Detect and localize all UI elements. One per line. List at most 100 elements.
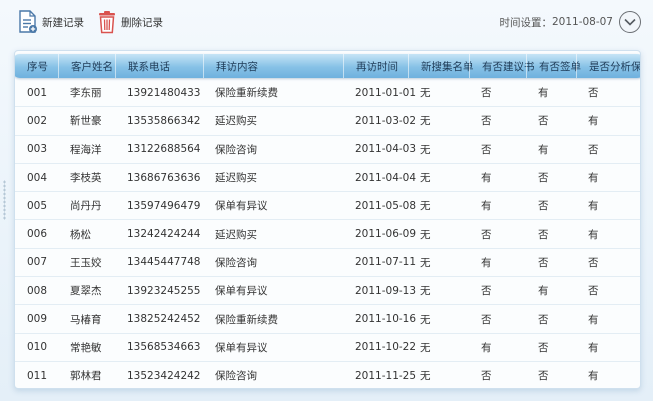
header-cell[interactable]: 联系电话 — [115, 54, 203, 78]
table-cell: 13523424242 — [127, 369, 201, 382]
table-cell: 2011-10-22 — [355, 341, 417, 354]
header-cell[interactable]: 序号 — [15, 54, 58, 78]
table-cell: 13921480433 — [127, 86, 201, 99]
table-cell: 13686763636 — [127, 171, 201, 184]
table-row[interactable]: 002 靳世豪 13535866342 延迟购买 2011-03-02 无 否 否 有 — [15, 107, 640, 136]
table-cell: 13242424244 — [127, 228, 201, 241]
table-cell: 无 — [420, 87, 431, 100]
new-record-icon — [19, 10, 37, 33]
table-cell: 否 — [481, 87, 492, 100]
table-cell: 13568534663 — [127, 341, 201, 354]
table-cell: 006 — [27, 228, 48, 241]
table-row[interactable]: 011 郭林君 13523424242 保险咨询 2011-11-25 无 否 否 有 — [15, 362, 640, 388]
table-row[interactable]: 007 王玉姣 13445447748 保险咨询 2011-07-11 无 有 否 否 — [15, 249, 640, 278]
header-cell[interactable]: 有否建议书 — [469, 54, 535, 78]
table-row[interactable]: 003 程海洋 13122688564 保险咨询 2011-04-03 无 否 有 否 — [15, 136, 640, 164]
table-cell: 有 — [538, 87, 549, 100]
header-cell[interactable]: 客户姓名 — [58, 54, 115, 78]
table-cell: 延迟购买 — [215, 172, 257, 185]
header-cell[interactable]: 新搜集名单 — [408, 54, 474, 78]
table-cell: 保险咨询 — [215, 143, 257, 156]
table-cell: 无 — [420, 228, 431, 241]
table-cell: 003 — [27, 143, 48, 156]
date-setting-label: 时间设置： — [499, 16, 552, 29]
table-cell: 有 — [481, 341, 492, 354]
table-cell: 无 — [420, 200, 431, 213]
table-cell: 有 — [588, 313, 599, 326]
table-cell: 2011-09-13 — [355, 284, 417, 297]
table-cell: 否 — [481, 285, 492, 298]
table-cell: 005 — [27, 199, 48, 212]
header-cell[interactable]: 有否签单 — [526, 54, 581, 78]
table-cell: 有 — [481, 200, 492, 213]
date-setting-value[interactable]: 2011-08-07 — [552, 16, 613, 28]
table-row[interactable]: 008 夏翠杰 13923245255 保单有异议 2011-09-13 无 否 有 否 — [15, 277, 640, 306]
table-cell: 否 — [588, 143, 599, 156]
table-cell: 否 — [588, 285, 599, 298]
date-dropdown-button[interactable] — [619, 11, 641, 33]
table-row[interactable]: 010 常艳敏 13568534663 保单有异议 2011-10-22 无 有 否 有 — [15, 334, 640, 362]
table-cell: 保单有异议 — [215, 341, 268, 354]
table-cell: 否 — [538, 313, 549, 326]
table-cell: 有 — [481, 256, 492, 269]
table-cell: 否 — [481, 115, 492, 128]
delete-record-button[interactable]: 删除记录 — [97, 10, 163, 34]
table-cell: 否 — [538, 115, 549, 128]
toolbar: 新建记录 删除记录 时间设置： 2011-08-07 — [0, 0, 653, 44]
table-cell: 2011-04-03 — [355, 143, 417, 156]
table-cell: 程海洋 — [70, 143, 102, 156]
table-cell: 否 — [588, 87, 599, 100]
table-cell: 有 — [588, 115, 599, 128]
table-cell: 2011-10-16 — [355, 313, 417, 326]
table-cell: 有 — [481, 172, 492, 185]
table-header: 序号 客户姓名 联系电话 拜访内容 再访时间 新搜集名单 有否建议书 有否签单 … — [15, 54, 640, 78]
table-cell: 007 — [27, 256, 48, 269]
table-cell: 李枝英 — [70, 172, 102, 185]
table-cell: 13597496479 — [127, 199, 201, 212]
table-cell: 2011-05-08 — [355, 199, 417, 212]
chevron-down-icon — [624, 18, 636, 26]
table-cell: 夏翠杰 — [70, 285, 102, 298]
table-cell: 无 — [420, 341, 431, 354]
resize-grip[interactable] — [3, 180, 6, 220]
table-cell: 2011-04-04 — [355, 171, 417, 184]
trash-icon — [99, 11, 115, 34]
table-row[interactable]: 004 李枝英 13686763636 延迟购买 2011-04-04 无 有 否 有 — [15, 164, 640, 193]
table-cell: 保险咨询 — [215, 370, 257, 383]
table-cell: 13923245255 — [127, 284, 201, 297]
table-cell: 002 — [27, 114, 48, 127]
table-cell: 13445447748 — [127, 256, 201, 269]
table-cell: 无 — [420, 115, 431, 128]
new-record-button[interactable]: 新建记录 — [18, 10, 84, 34]
table-cell: 无 — [420, 285, 431, 298]
table-cell: 否 — [481, 228, 492, 241]
table-cell: 001 — [27, 86, 48, 99]
table-cell: 否 — [538, 341, 549, 354]
header-cell[interactable]: 再访时间 — [343, 54, 408, 78]
table-cell: 郭林君 — [70, 370, 102, 383]
header-cell[interactable]: 是否分析保 — [576, 54, 640, 78]
table-cell: 李东丽 — [70, 87, 102, 100]
table-cell: 无 — [420, 256, 431, 269]
table-cell: 保单有异议 — [215, 200, 268, 213]
table-cell: 常艳敏 — [70, 341, 102, 354]
table-cell: 否 — [538, 256, 549, 269]
table-row[interactable]: 009 马椿育 13825242452 保险重新续费 2011-10-16 无 否 否 有 — [15, 305, 640, 334]
header-cell[interactable]: 拜访内容 — [203, 54, 343, 78]
table-cell: 尚丹丹 — [70, 200, 102, 213]
table-cell: 否 — [481, 313, 492, 326]
new-record-label: 新建记录 — [42, 16, 84, 29]
records-table: 序号 客户姓名 联系电话 拜访内容 再访时间 新搜集名单 有否建议书 有否签单 … — [14, 50, 641, 389]
table-cell: 王玉姣 — [70, 256, 102, 269]
table-cell: 004 — [27, 171, 48, 184]
table-cell: 否 — [538, 200, 549, 213]
table-row[interactable]: 005 尚丹丹 13597496479 保单有异议 2011-05-08 无 有 否 有 — [15, 192, 640, 221]
table-cell: 2011-03-02 — [355, 114, 417, 127]
table-row[interactable]: 001 李东丽 13921480433 保险重新续费 2011-01-01 无 否 有 否 — [15, 79, 640, 108]
table-cell: 有 — [538, 143, 549, 156]
table-row[interactable]: 006 杨松 13242424244 延迟购买 2011-06-09 无 否 否 有 — [15, 221, 640, 249]
table-cell: 否 — [481, 370, 492, 383]
header-row: 序号 客户姓名 联系电话 拜访内容 再访时间 新搜集名单 有否建议书 有否签单 … — [15, 54, 640, 78]
table-cell: 009 — [27, 313, 48, 326]
table-cell: 有 — [588, 341, 599, 354]
